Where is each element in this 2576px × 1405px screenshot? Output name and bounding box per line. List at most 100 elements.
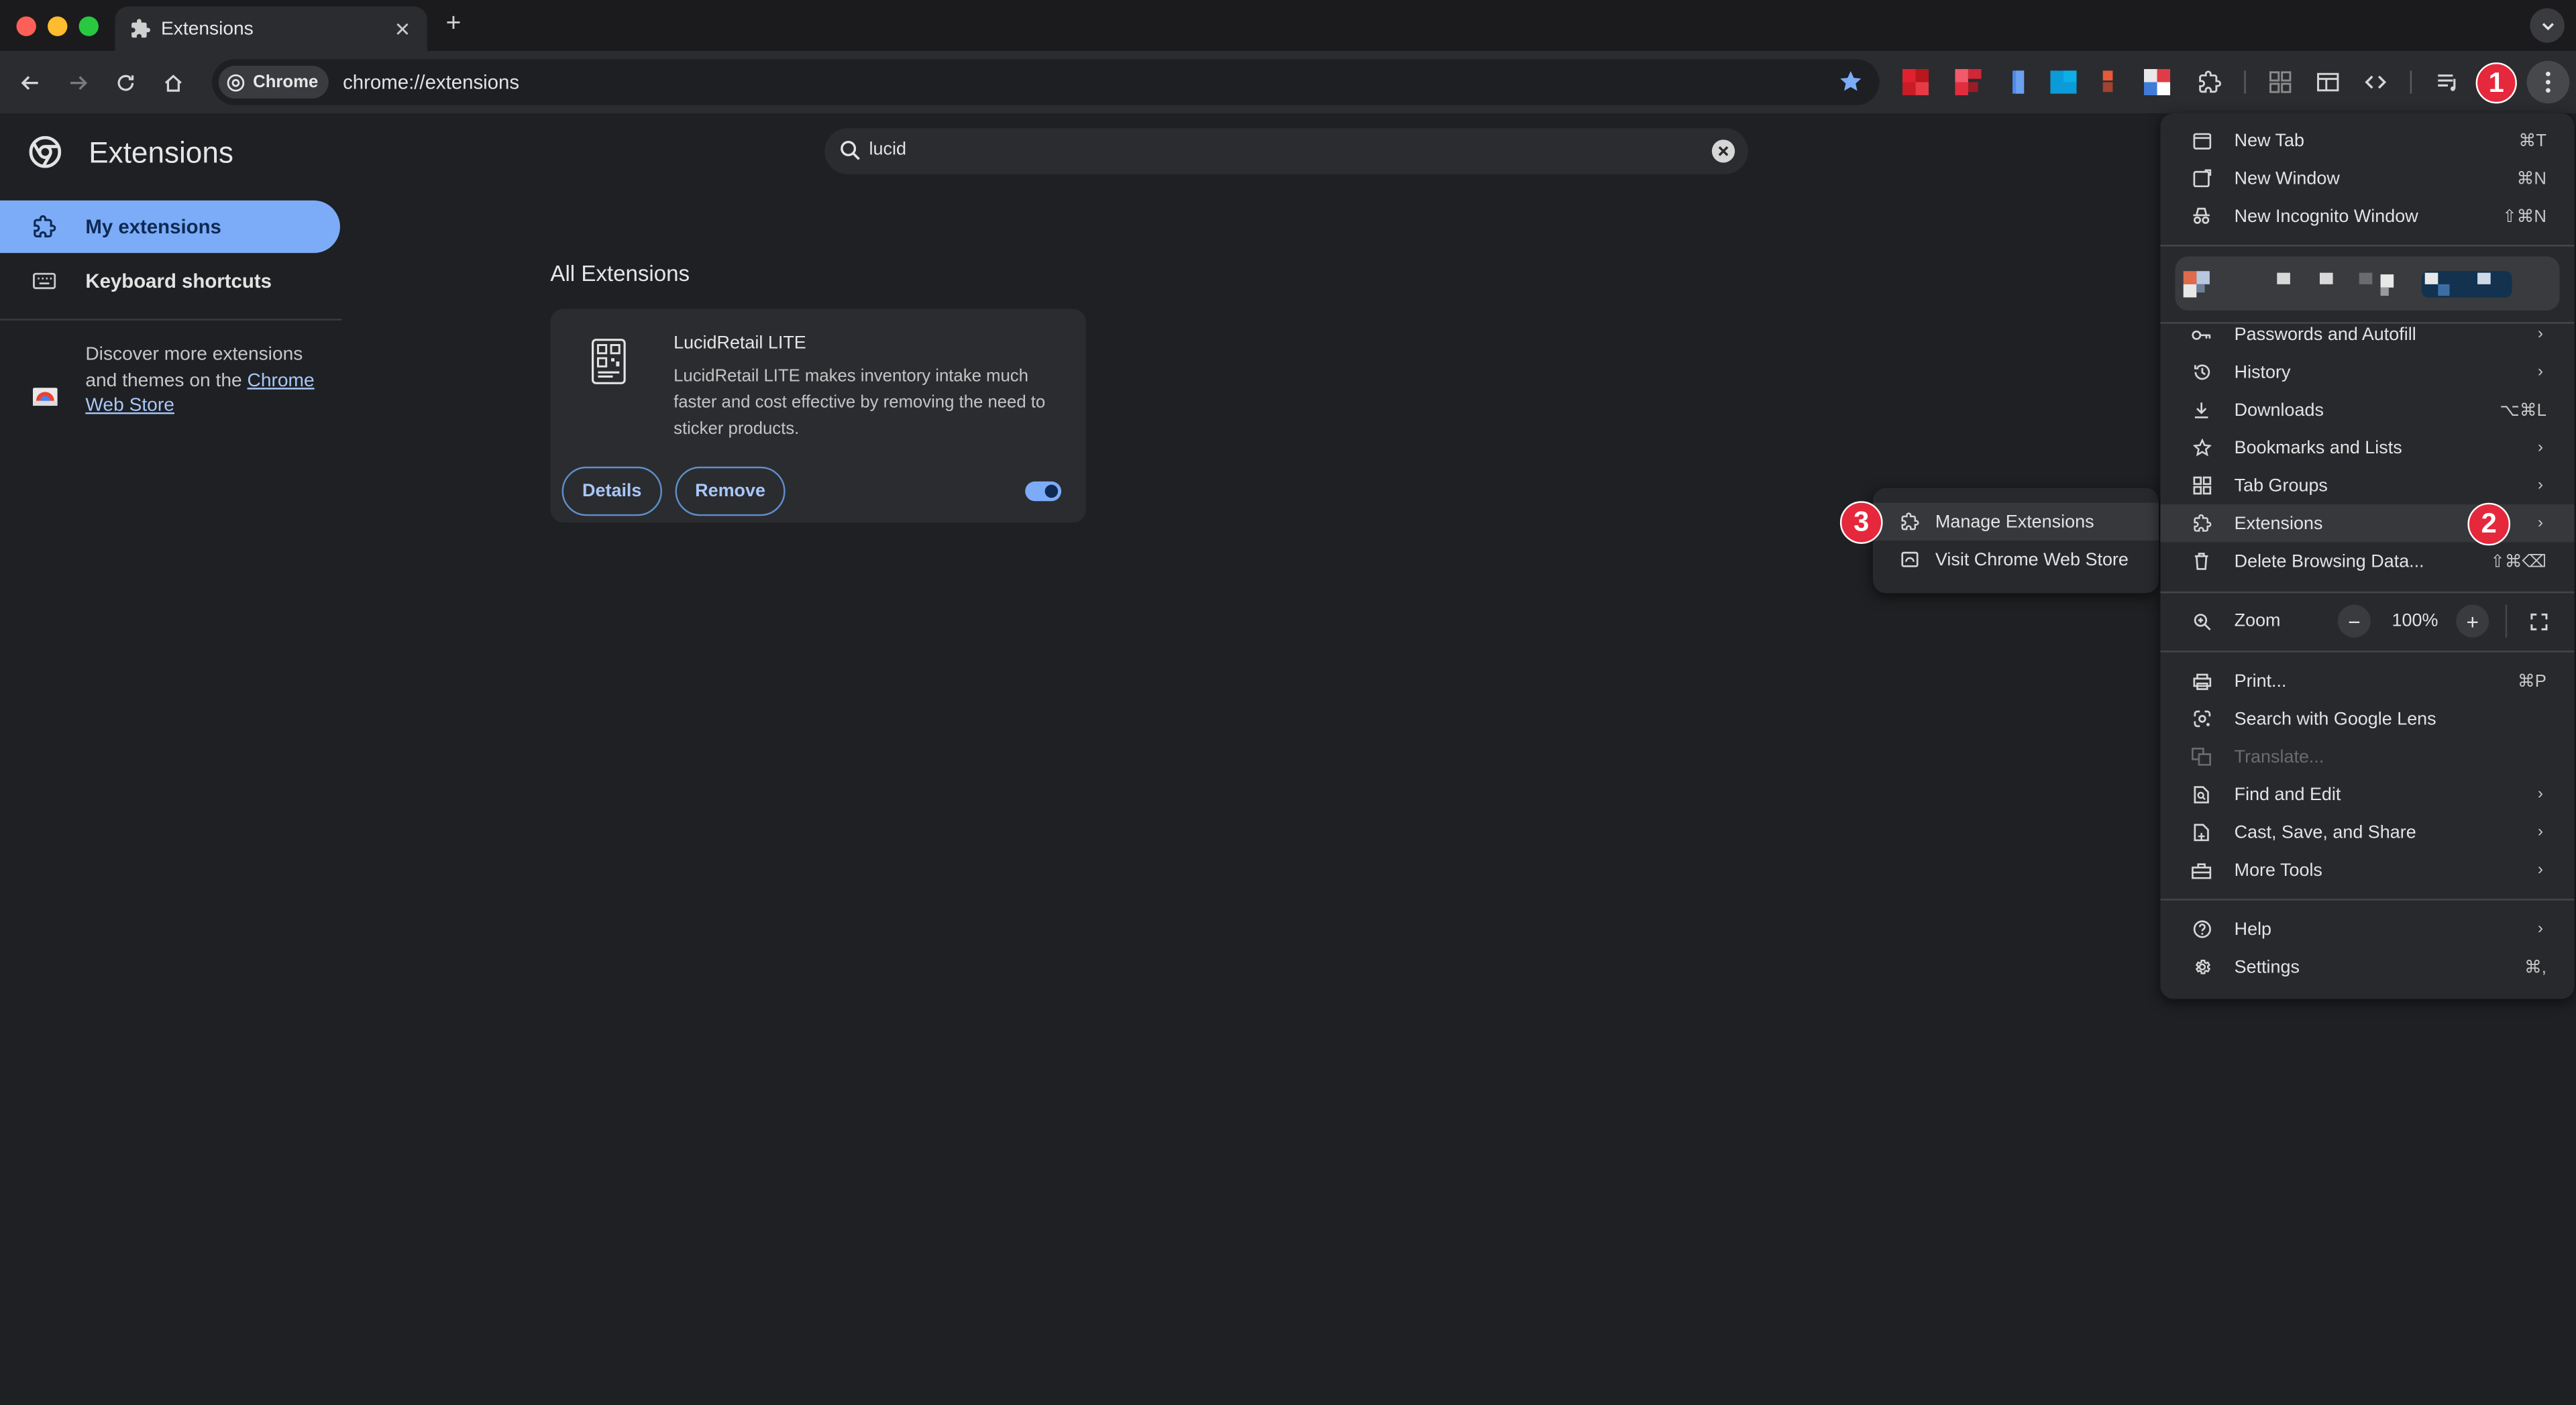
menu-item-extensions[interactable]: Extensions › [2160, 504, 2575, 543]
gear-icon [2192, 957, 2211, 976]
menu-item-label: Passwords and Autofill [2234, 324, 2416, 345]
discover-text: Discover more extensions and themes on t… [85, 343, 315, 420]
site-info-chip[interactable]: Chrome [218, 66, 329, 99]
reload-button[interactable] [110, 67, 140, 97]
chrome-main-menu: New Tab ⌘T New Window ⌘N New Incognito W… [2160, 113, 2575, 999]
zoom-out-button[interactable]: − [2337, 604, 2371, 638]
back-button[interactable] [15, 67, 44, 97]
zoom-level: 100% [2392, 611, 2438, 631]
toolbar-divider [2410, 70, 2412, 94]
incognito-icon [2192, 206, 2211, 225]
clear-search-button[interactable] [1711, 139, 1735, 163]
profile-avatars-blurred [2183, 271, 2512, 298]
chrome-logo-icon [29, 135, 62, 168]
extension-icon-6[interactable] [2143, 68, 2171, 96]
menu-item-label: Print... [2234, 671, 2287, 691]
menu-item-bookmarks[interactable]: Bookmarks and Lists › [2160, 429, 2574, 466]
extension-icon-5[interactable] [2100, 69, 2126, 95]
extension-icon-3[interactable] [2008, 69, 2034, 95]
tab-strip: Extensions ✕ + [0, 0, 2576, 51]
site-chip-label: Chrome [253, 72, 319, 93]
menu-item-google-lens[interactable]: Search with Google Lens [2160, 700, 2574, 738]
extension-card: LucidRetail LITE LucidRetail LITE makes … [550, 308, 1086, 523]
menu-divider [2160, 245, 2575, 247]
sidebar-item-label: Keyboard shortcuts [85, 269, 272, 293]
menu-item-new-window[interactable]: New Window ⌘N [2160, 160, 2574, 197]
zoom-in-button[interactable]: + [2456, 604, 2489, 638]
menu-item-label: Search with Google Lens [2234, 709, 2436, 729]
menu-item-print[interactable]: Print... ⌘P [2160, 662, 2574, 699]
extension-name: LucidRetail LITE [674, 333, 806, 353]
translate-icon [2192, 747, 2211, 767]
puzzle-icon [128, 17, 151, 40]
home-button[interactable] [158, 67, 187, 97]
extension-enable-toggle[interactable] [1025, 481, 1062, 502]
close-window-button[interactable] [16, 16, 36, 36]
menu-item-downloads[interactable]: Downloads ⌥⌘L [2160, 391, 2574, 429]
menu-item-label: More Tools [2234, 860, 2322, 880]
new-tab-button[interactable]: + [440, 10, 466, 40]
menu-item-shortcut: ⌘T [2518, 130, 2546, 151]
tab-extensions[interactable]: Extensions ✕ [115, 6, 427, 51]
menu-item-help[interactable]: Help › [2160, 910, 2574, 948]
sidebar-item-my-extensions[interactable]: My extensions [0, 200, 340, 254]
tab-search-button[interactable] [2530, 8, 2565, 43]
fullscreen-button[interactable] [2522, 605, 2555, 638]
details-button[interactable]: Details [561, 466, 662, 516]
menu-item-label: Extensions [2234, 513, 2323, 534]
minimize-window-button[interactable] [48, 16, 68, 36]
menu-item-translate: Translate... [2160, 738, 2574, 775]
forward-button[interactable] [62, 67, 92, 97]
code-icon [2365, 75, 2387, 89]
menu-item-label: Delete Browsing Data... [2234, 551, 2424, 571]
search-extensions-input[interactable]: lucid [824, 128, 1748, 174]
menu-item-settings[interactable]: Settings ⌘, [2160, 948, 2574, 986]
menu-item-label: Settings [2234, 957, 2300, 977]
menu-item-find-edit[interactable]: Find and Edit › [2160, 775, 2574, 813]
extension-icon-4[interactable] [2050, 69, 2077, 95]
bookmark-star-icon[interactable] [1838, 69, 1863, 94]
menu-item-history[interactable]: History › [2160, 353, 2574, 391]
download-icon [2192, 400, 2211, 420]
menu-item-label: Translate... [2234, 746, 2324, 767]
menu-item-shortcut: ⌥⌘L [2500, 400, 2546, 420]
menu-item-cast-save-share[interactable]: Cast, Save, and Share › [2160, 813, 2574, 851]
menu-item-more-tools[interactable]: More Tools › [2160, 851, 2574, 889]
store-icon [1899, 550, 1919, 569]
devtools-button[interactable] [2363, 69, 2389, 95]
chrome-menu-button[interactable] [2526, 60, 2570, 104]
reading-list-button[interactable] [2434, 69, 2461, 95]
profile-row[interactable] [2175, 256, 2560, 311]
menu-item-visit-web-store[interactable]: Visit Chrome Web Store [1873, 541, 2159, 578]
web-store-icon [32, 388, 58, 406]
extension-icon-2[interactable] [1955, 68, 1982, 96]
zoom-window-button[interactable] [78, 16, 99, 36]
remove-button[interactable]: Remove [675, 466, 786, 516]
menu-item-delete-browsing-data[interactable]: Delete Browsing Data... ⇧⌘⌫ [2160, 543, 2574, 580]
menu-divider [2160, 899, 2575, 901]
playlist-icon [2438, 74, 2456, 91]
menu-item-tab-groups[interactable]: Tab Groups › [2160, 467, 2574, 504]
tab-title: Extensions [161, 19, 254, 39]
chevron-down-icon [2541, 22, 2553, 30]
menu-item-label: History [2234, 362, 2291, 382]
side-panel-button[interactable] [2315, 69, 2341, 95]
menu-item-manage-extensions[interactable]: Manage Extensions [1872, 502, 2159, 541]
extensions-puzzle-button[interactable] [2196, 69, 2222, 95]
qr-code-button[interactable] [2267, 69, 2294, 95]
puzzle-icon [2199, 70, 2222, 93]
close-tab-icon[interactable]: ✕ [391, 17, 414, 40]
menu-item-new-tab[interactable]: New Tab ⌘T [2160, 121, 2574, 159]
chevron-right-icon: › [2537, 476, 2544, 495]
menu-item-label: Bookmarks and Lists [2234, 437, 2402, 458]
menu-item-label: New Incognito Window [2234, 206, 2418, 226]
chevron-right-icon: › [2537, 363, 2544, 382]
zoom-divider [2505, 604, 2508, 638]
sidebar-item-keyboard-shortcuts[interactable]: Keyboard shortcuts [0, 255, 340, 307]
toggle-knob [1044, 484, 1059, 498]
chevron-right-icon: › [2537, 439, 2544, 457]
menu-item-new-incognito[interactable]: New Incognito Window ⇧⌘N [2160, 197, 2574, 235]
menu-item-passwords[interactable]: Passwords and Autofill › [2160, 315, 2574, 353]
extension-icon-1[interactable] [1902, 68, 1929, 96]
address-bar[interactable]: Chrome chrome://extensions [211, 59, 1880, 105]
